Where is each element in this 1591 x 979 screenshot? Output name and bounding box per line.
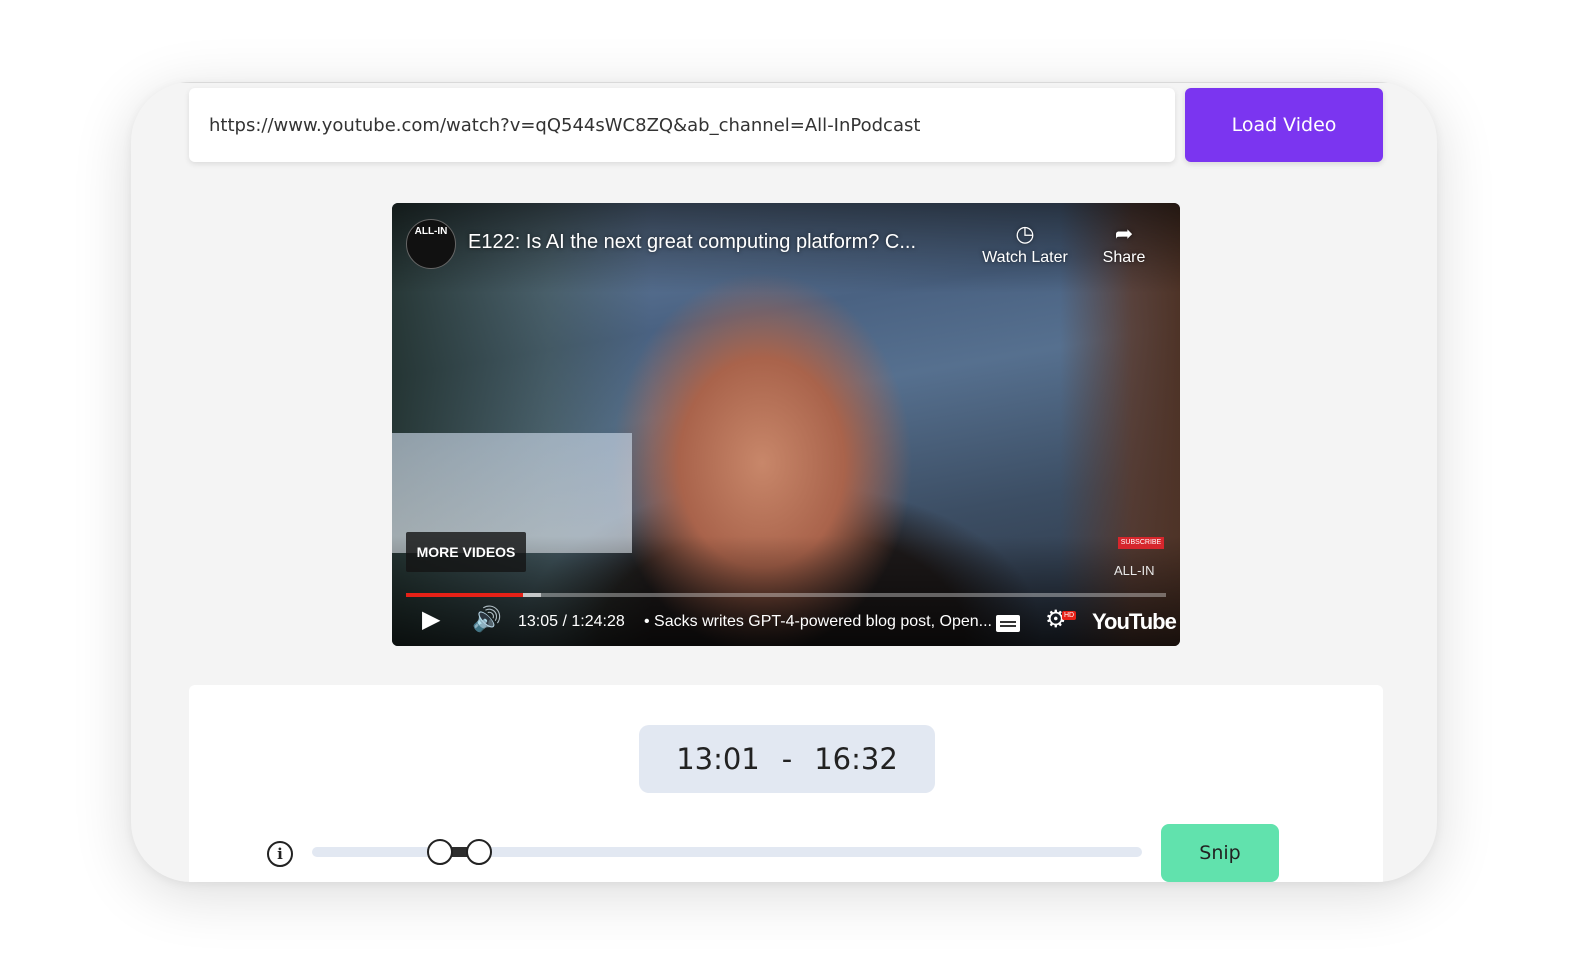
range-separator: - xyxy=(781,742,793,776)
subtitles-icon[interactable] xyxy=(996,615,1020,632)
watch-later-button[interactable]: ◷ Watch Later xyxy=(970,219,1080,267)
youtube-logo[interactable]: YouTube xyxy=(1092,609,1177,635)
watch-later-label: Watch Later xyxy=(982,249,1068,266)
more-videos-button[interactable]: MORE VIDEOS xyxy=(406,532,526,572)
video-progress-bar[interactable] xyxy=(406,593,1166,597)
info-icon[interactable]: i xyxy=(267,841,293,867)
progress-buffered xyxy=(523,593,542,597)
slider-start-handle[interactable] xyxy=(426,839,453,865)
range-slider[interactable] xyxy=(312,839,1142,865)
snip-button[interactable]: Snip xyxy=(1161,824,1279,882)
channel-watermark[interactable]: ALL-IN xyxy=(1114,563,1154,578)
share-label: Share xyxy=(1102,249,1146,266)
app-frame: Load Video ALL-IN E122: Is AI the next g… xyxy=(131,82,1437,882)
player-controls: ▶ 🔊 13:05 / 1:24:28 • Sacks writes GPT-4… xyxy=(392,603,1180,643)
divider xyxy=(173,82,1393,83)
progress-played xyxy=(406,593,524,597)
share-button[interactable]: ➦ Share xyxy=(1082,219,1166,267)
time-range-display: 13:01 - 16:32 xyxy=(639,725,935,793)
video-title[interactable]: E122: Is AI the next great computing pla… xyxy=(468,231,916,254)
channel-avatar[interactable]: ALL-IN xyxy=(406,219,456,269)
video-player[interactable]: ALL-IN E122: Is AI the next great comput… xyxy=(392,203,1180,646)
clock-icon: ◷ xyxy=(1015,221,1035,246)
slider-end-handle[interactable] xyxy=(465,839,492,865)
share-arrow-icon: ➦ xyxy=(1114,221,1134,246)
play-icon[interactable]: ▶ xyxy=(422,605,440,634)
time-display: 13:05 / 1:24:28 xyxy=(518,613,625,630)
volume-icon[interactable]: 🔊 xyxy=(472,605,502,634)
end-time: 16:32 xyxy=(814,742,898,776)
load-video-button[interactable]: Load Video xyxy=(1185,88,1383,162)
video-url-input[interactable] xyxy=(189,88,1175,162)
channel-avatar-label: ALL-IN xyxy=(414,226,448,237)
hd-badge: HD xyxy=(1062,611,1077,620)
start-time: 13:01 xyxy=(676,742,760,776)
snip-panel: 13:01 - 16:32 i Snip xyxy=(189,685,1383,882)
chapter-title[interactable]: • Sacks writes GPT-4-powered blog post, … xyxy=(644,613,992,631)
subscribe-badge[interactable]: SUBSCRIBE xyxy=(1118,537,1164,549)
